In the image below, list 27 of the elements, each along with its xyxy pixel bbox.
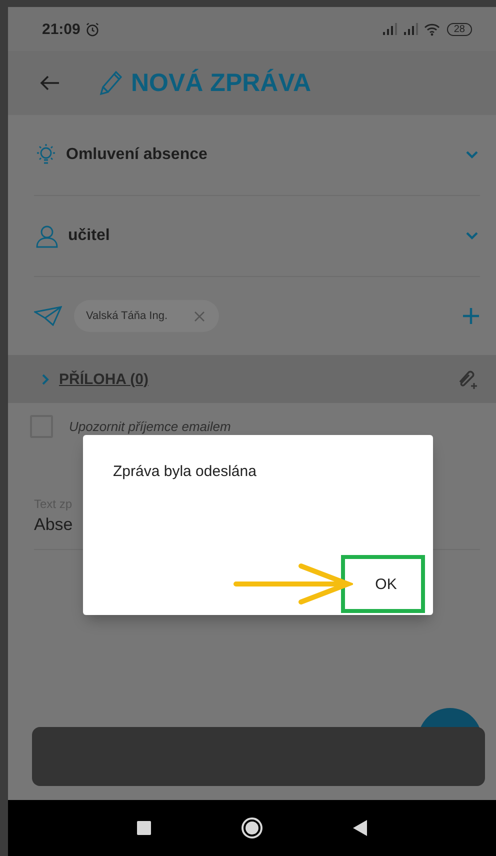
back-icon[interactable] (353, 820, 367, 836)
plus-icon (462, 307, 480, 325)
home-icon[interactable] (241, 817, 263, 839)
chevron-down-icon (466, 151, 478, 159)
alarm-icon (85, 22, 100, 36)
person-icon (34, 224, 60, 248)
dialog-message: Zpráva byla odeslána (113, 463, 258, 480)
status-time: 21:09 (42, 20, 80, 38)
pencil-icon (98, 69, 124, 97)
chevron-right-icon (42, 374, 49, 384)
signal-icon (382, 23, 398, 35)
recents-icon[interactable] (137, 821, 151, 835)
attachment-bar[interactable]: PŘÍLOHA (0) (8, 355, 496, 403)
select-field[interactable]: učitel (34, 196, 480, 277)
recipient-chip[interactable]: Valská Táňa Ing. (74, 300, 219, 332)
signal-icon (402, 23, 419, 35)
add-button[interactable] (462, 307, 480, 325)
wifi-icon (424, 22, 440, 36)
back-arrow-icon (40, 75, 60, 91)
battery-level: 28 (446, 22, 472, 36)
select-field[interactable]: Omluvení absence (34, 115, 480, 196)
checkbox-label: Upozornit příjemce emailem (69, 418, 231, 434)
screen-title: NOVÁ ZPRÁVA (131, 68, 312, 98)
ok-button[interactable]: OK (361, 570, 405, 598)
paper-plane-icon (34, 306, 62, 326)
close-icon[interactable] (194, 310, 205, 322)
chevron-down-icon (466, 232, 478, 240)
